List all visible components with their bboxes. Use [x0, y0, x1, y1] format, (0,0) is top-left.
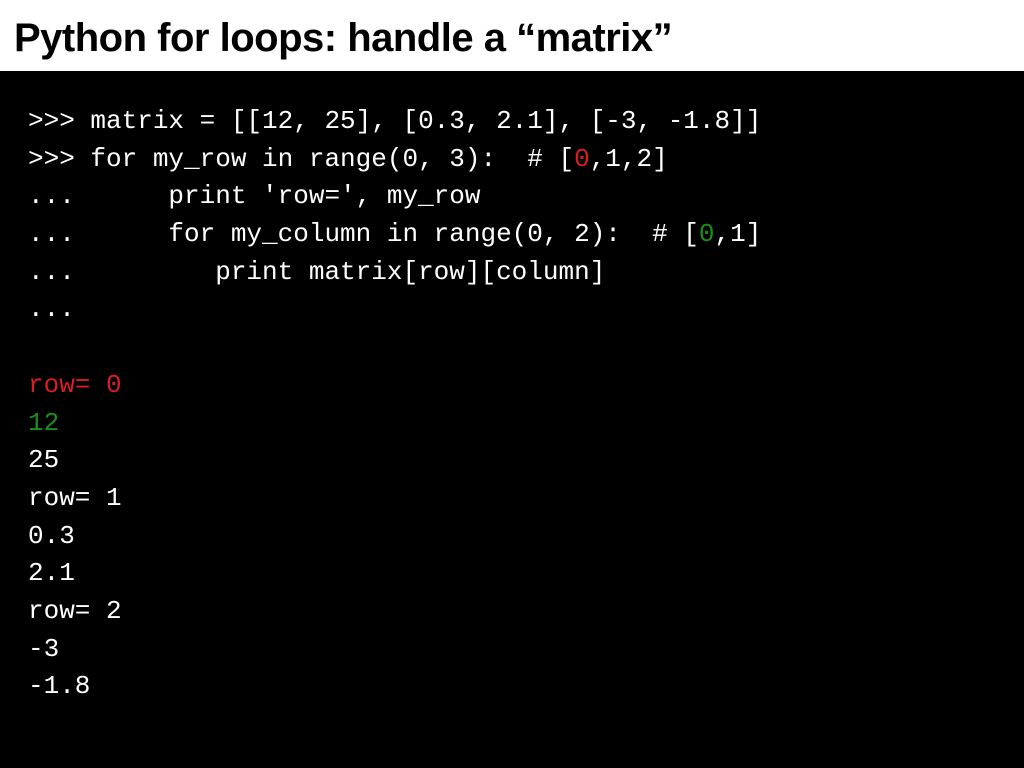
- code-line: >>> for my_row in range(0, 3): # [0,1,2]: [28, 144, 668, 174]
- highlight-red: 0: [574, 144, 590, 174]
- output-line: row= 2: [28, 596, 122, 626]
- code-text: ... for my_column in range(0, 2): # [: [28, 219, 699, 249]
- slide-title: Python for loops: handle a “matrix”: [14, 16, 1010, 61]
- code-text: >>> for my_row in range(0, 3): # [: [28, 144, 574, 174]
- output-line: -3: [28, 634, 59, 664]
- code-line: ... for my_column in range(0, 2): # [0,1…: [28, 219, 761, 249]
- code-line: ... print matrix[row][column]: [28, 257, 605, 287]
- slide: Python for loops: handle a “matrix” >>> …: [0, 0, 1024, 768]
- output-line: -1.8: [28, 671, 90, 701]
- code-line: ...: [28, 294, 75, 324]
- highlight-green: 0: [699, 219, 715, 249]
- output-line: row= 0: [28, 370, 122, 400]
- output-line: 25: [28, 445, 59, 475]
- code-text: ,1,2]: [590, 144, 668, 174]
- code-block: >>> matrix = [[12, 25], [0.3, 2.1], [-3,…: [0, 71, 1024, 768]
- output-line: 12: [28, 408, 59, 438]
- output-line: 2.1: [28, 558, 75, 588]
- output-line: 0.3: [28, 521, 75, 551]
- title-bar: Python for loops: handle a “matrix”: [0, 0, 1024, 71]
- code-line: ... print 'row=', my_row: [28, 181, 480, 211]
- code-text: ,1]: [715, 219, 762, 249]
- code-line: >>> matrix = [[12, 25], [0.3, 2.1], [-3,…: [28, 106, 761, 136]
- output-line: row= 1: [28, 483, 122, 513]
